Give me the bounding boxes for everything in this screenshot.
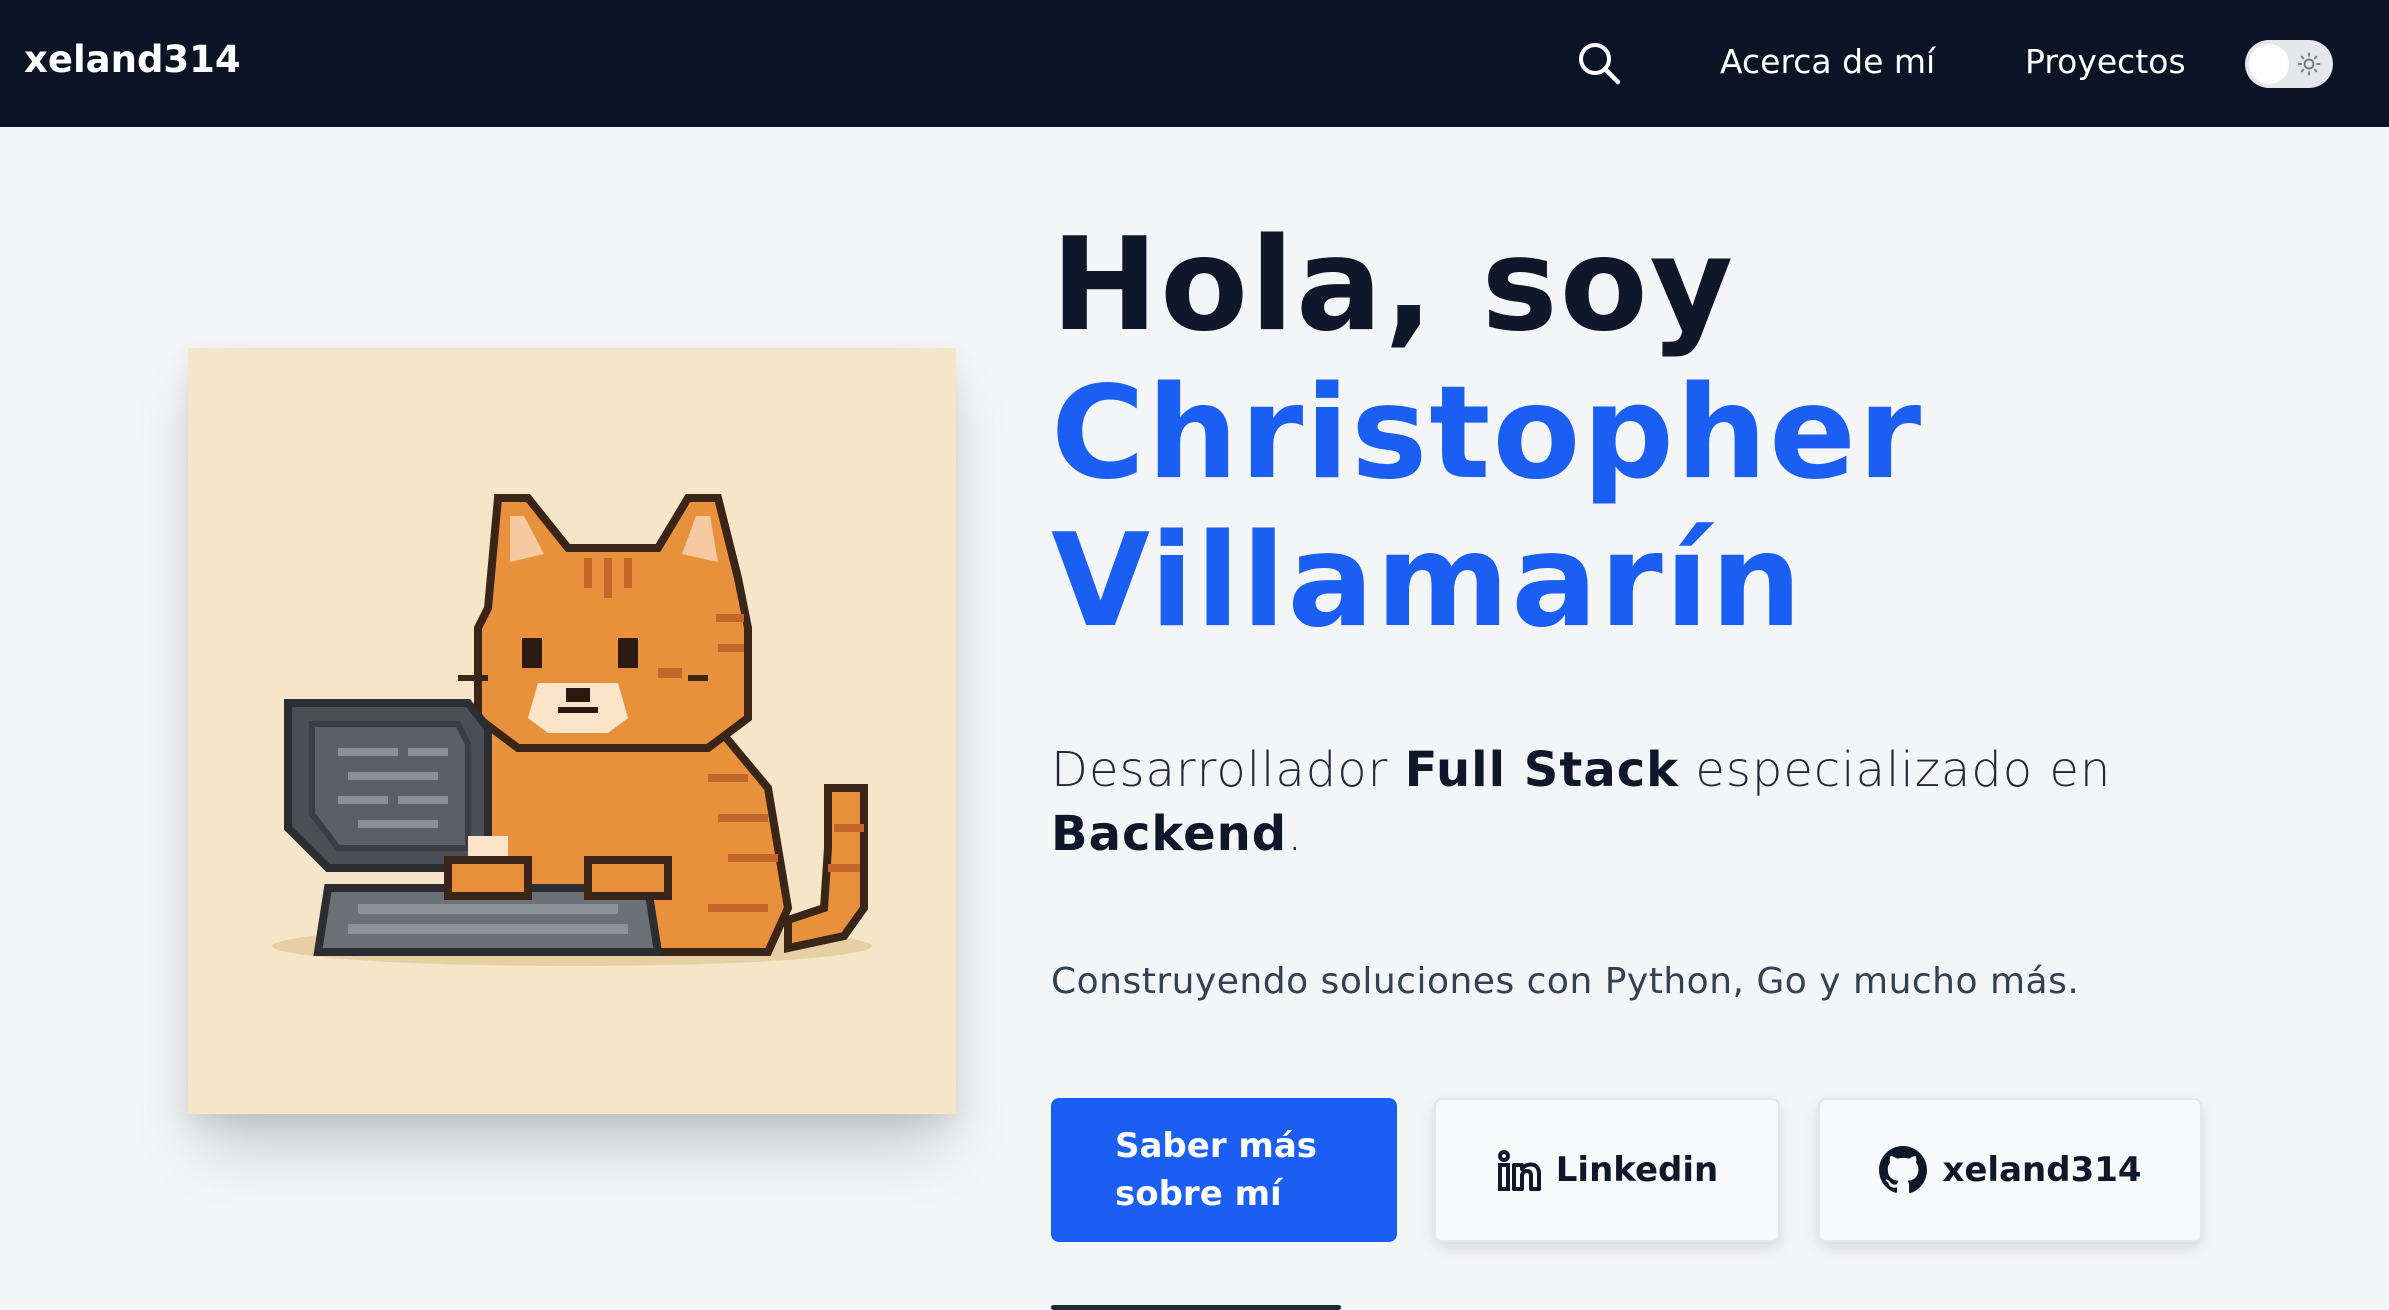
- learn-more-label: Saber más sobre mí: [1115, 1126, 1318, 1214]
- hero-heading: Hola, soy Christopher Villamarín: [1051, 212, 2301, 656]
- hero-greeting: Hola, soy: [1051, 211, 1736, 360]
- hero-name-last: Villamarín: [1051, 507, 1804, 656]
- hero-subtitle: Desarrollador Full Stack especializado e…: [1051, 738, 2301, 866]
- search-icon[interactable]: [1576, 40, 1622, 86]
- hero-name-first: Christopher: [1051, 359, 1924, 508]
- avatar-card: [188, 348, 956, 1114]
- top-navbar: xeland314 Acerca de mí Proyectos: [0, 0, 2389, 127]
- toggle-knob: [2249, 44, 2289, 84]
- github-label: xeland314: [1942, 1150, 2142, 1190]
- brand-logo[interactable]: xeland314: [24, 38, 241, 81]
- pixel-cat-laptop-illustration: [272, 494, 872, 966]
- subtitle-suffix: .: [1287, 806, 1304, 862]
- linkedin-label: Linkedin: [1555, 1150, 1719, 1190]
- subtitle-fullstack: Full Stack: [1404, 742, 1680, 798]
- theme-toggle[interactable]: [2245, 40, 2333, 88]
- nav-link-projects[interactable]: Proyectos: [2025, 42, 2186, 81]
- linkedin-button[interactable]: Linkedin: [1434, 1098, 1780, 1242]
- subtitle-middle: especializado en: [1679, 742, 2112, 798]
- subtitle-backend: Backend: [1051, 806, 1288, 862]
- section-divider: [1051, 1305, 1341, 1310]
- github-icon: [1879, 1146, 1928, 1194]
- learn-more-button[interactable]: Saber más sobre mí: [1051, 1098, 1397, 1242]
- linkedin-icon: [1497, 1150, 1541, 1191]
- hero-tagline: Construyendo soluciones con Python, Go y…: [1051, 961, 2080, 1002]
- subtitle-prefix: Desarrollador: [1051, 742, 1405, 798]
- github-button[interactable]: xeland314: [1818, 1098, 2202, 1242]
- sun-icon: [2297, 52, 2321, 76]
- nav-link-about[interactable]: Acerca de mí: [1720, 42, 1935, 81]
